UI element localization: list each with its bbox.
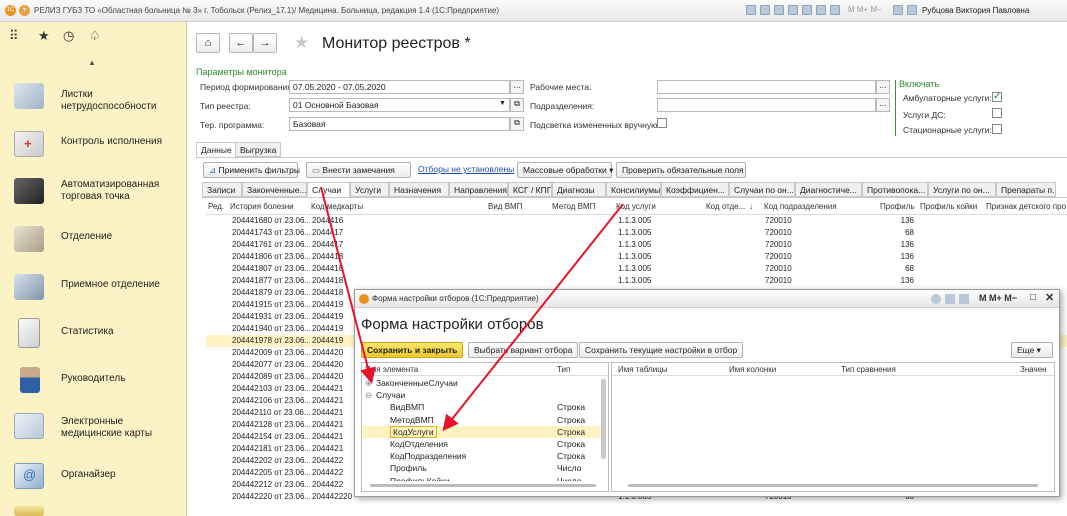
arrow-to-cases [320,186,376,384]
arrow-to-service-code [442,203,624,432]
annotation-arrows [320,186,624,432]
